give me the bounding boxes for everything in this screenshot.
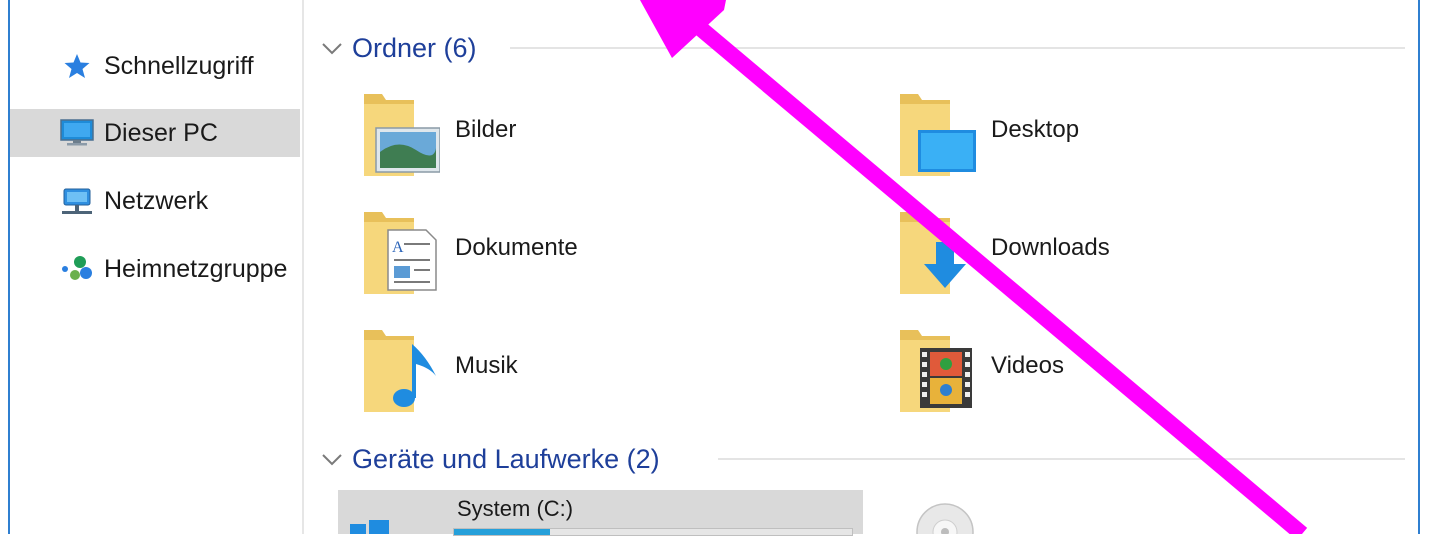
folders-group-header[interactable]: Ordner (6) — [320, 28, 477, 68]
drives-group-header[interactable]: Geräte und Laufwerke (2) — [320, 439, 660, 479]
folder-label: Videos — [991, 352, 1064, 379]
dvd-drive-icon[interactable] — [915, 502, 975, 534]
videos-folder-icon — [900, 330, 972, 412]
drive-label: System (C:) — [457, 496, 574, 521]
drive-usage-fill — [454, 529, 550, 535]
drive-usage-bar — [453, 528, 853, 536]
folder-desktop[interactable]: Desktop — [896, 90, 1316, 180]
network-icon — [60, 184, 94, 218]
computer-icon — [60, 116, 94, 150]
folder-label: Dokumente — [455, 234, 578, 261]
section-divider — [510, 47, 1405, 49]
windows-drive-icon — [350, 520, 389, 534]
star-icon — [60, 49, 94, 83]
svg-text:A: A — [392, 239, 404, 256]
folder-videos[interactable]: Videos — [896, 326, 1316, 416]
section-divider — [718, 458, 1405, 460]
homegroup-icon — [60, 252, 94, 286]
folder-pictures[interactable]: Bilder — [360, 90, 780, 180]
sidebar-item-label: Schnellzugriff — [104, 51, 254, 80]
desktop-folder-icon — [900, 94, 976, 176]
sidebar-item-label: Heimnetzgruppe — [104, 254, 288, 283]
folder-label: Downloads — [991, 234, 1110, 261]
navigation-pane: Schnellzugriff Dieser PC Netzwerk Heimne… — [10, 0, 300, 534]
folder-music[interactable]: Musik — [360, 326, 780, 416]
folder-label: Musik — [455, 352, 518, 379]
folder-downloads[interactable]: Downloads — [896, 208, 1316, 298]
sidebar-item-network[interactable]: Netzwerk — [10, 177, 300, 225]
sidebar-item-homegroup[interactable]: Heimnetzgruppe — [10, 245, 300, 293]
outer-background — [1420, 0, 1440, 534]
sidebar-item-label: Dieser PC — [104, 118, 218, 147]
pane-divider[interactable] — [302, 0, 304, 534]
music-folder-icon — [364, 330, 436, 412]
section-title: Ordner (6) — [352, 32, 477, 63]
sidebar-item-quick-access[interactable]: Schnellzugriff — [10, 42, 300, 90]
folder-label: Desktop — [991, 116, 1080, 143]
downloads-folder-icon — [900, 212, 966, 294]
folder-documents[interactable]: A Dokumente — [360, 208, 780, 298]
folder-label: Bilder — [455, 116, 517, 143]
section-title: Geräte und Laufwerke (2) — [352, 443, 660, 474]
pictures-folder-icon — [364, 94, 440, 176]
sidebar-item-label: Netzwerk — [104, 186, 209, 215]
chevron-down-icon — [322, 43, 342, 55]
chevron-down-icon — [322, 454, 342, 466]
documents-folder-icon: A — [364, 212, 437, 294]
sidebar-item-this-pc[interactable]: Dieser PC — [10, 109, 300, 157]
